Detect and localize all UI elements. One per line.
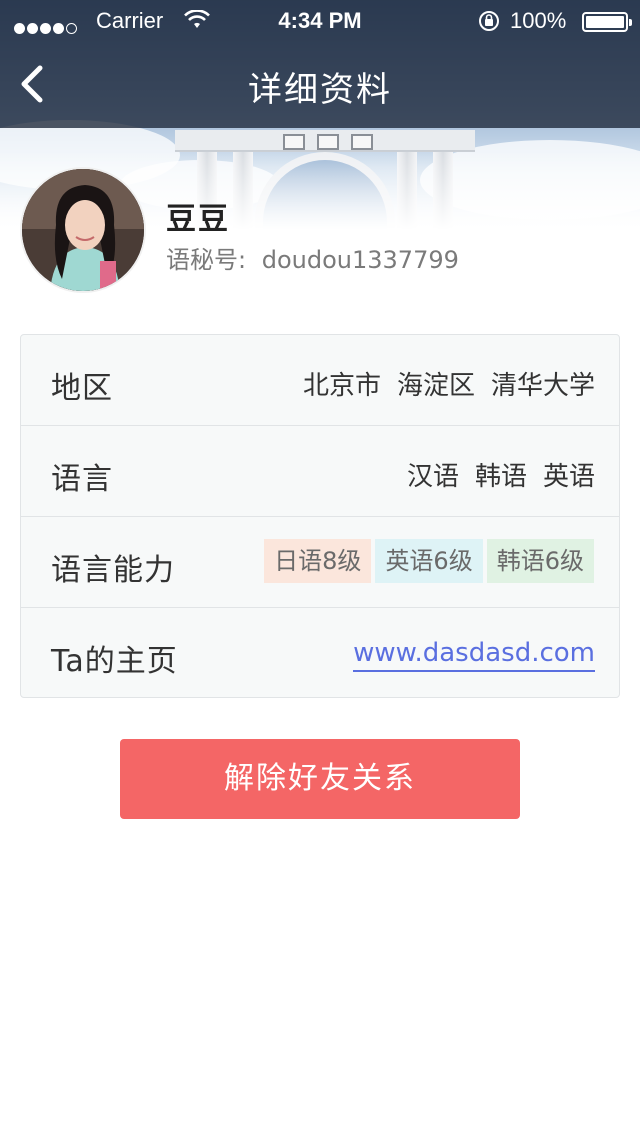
row-language-ability: 语言能力 日语8级 英语6级 韩语6级 [21, 517, 619, 608]
profile-id-label: 语秘号: [166, 246, 247, 274]
ability-tag: 英语6级 [375, 539, 483, 583]
language-values: 汉语 韩语 英语 [407, 456, 595, 493]
ability-tag: 日语8级 [264, 539, 372, 583]
row-homepage: Ta的主页 www.dasdasd.com [21, 608, 619, 699]
info-card: 地区 北京市 海淀区 清华大学 语言 汉语 韩语 英语 语言能力 日语8级 英语… [20, 334, 620, 698]
region-city: 北京市 [302, 371, 381, 401]
region-school: 清华大学 [490, 371, 595, 401]
ability-tag: 韩语6级 [486, 539, 594, 583]
row-region: 地区 北京市 海淀区 清华大学 [21, 335, 619, 426]
region-district: 海淀区 [396, 371, 475, 401]
row-language: 语言 汉语 韩语 英语 [21, 426, 619, 517]
profile-name: 豆豆 [166, 202, 230, 237]
homepage-label: Ta的主页 [51, 644, 178, 679]
battery-percent: 100% [510, 8, 567, 33]
rotation-lock-icon [479, 11, 499, 31]
ability-tags: 日语8级 英语6级 韩语6级 [264, 539, 594, 583]
language-item: 英语 [542, 462, 595, 492]
avatar[interactable] [20, 167, 146, 293]
battery-icon [582, 12, 632, 32]
region-values: 北京市 海淀区 清华大学 [303, 365, 595, 402]
avatar-image [22, 169, 144, 291]
language-item: 汉语 [406, 462, 459, 492]
profile-id: 语秘号: doudou1337799 [166, 240, 459, 275]
language-item: 韩语 [474, 462, 527, 492]
language-label: 语言 [51, 462, 113, 497]
remove-friend-button[interactable]: 解除好友关系 [120, 739, 520, 819]
ability-label: 语言能力 [51, 553, 175, 588]
region-label: 地区 [51, 371, 113, 406]
profile-id-value: doudou1337799 [261, 246, 459, 274]
page-title: 详细资料 [248, 70, 392, 110]
status-bar: Carrier 4:34 PM 100% [0, 0, 640, 40]
top-bar: Carrier 4:34 PM 100% 详细资料 [0, 0, 640, 128]
homepage-link[interactable]: www.dasdasd.com [353, 638, 595, 672]
